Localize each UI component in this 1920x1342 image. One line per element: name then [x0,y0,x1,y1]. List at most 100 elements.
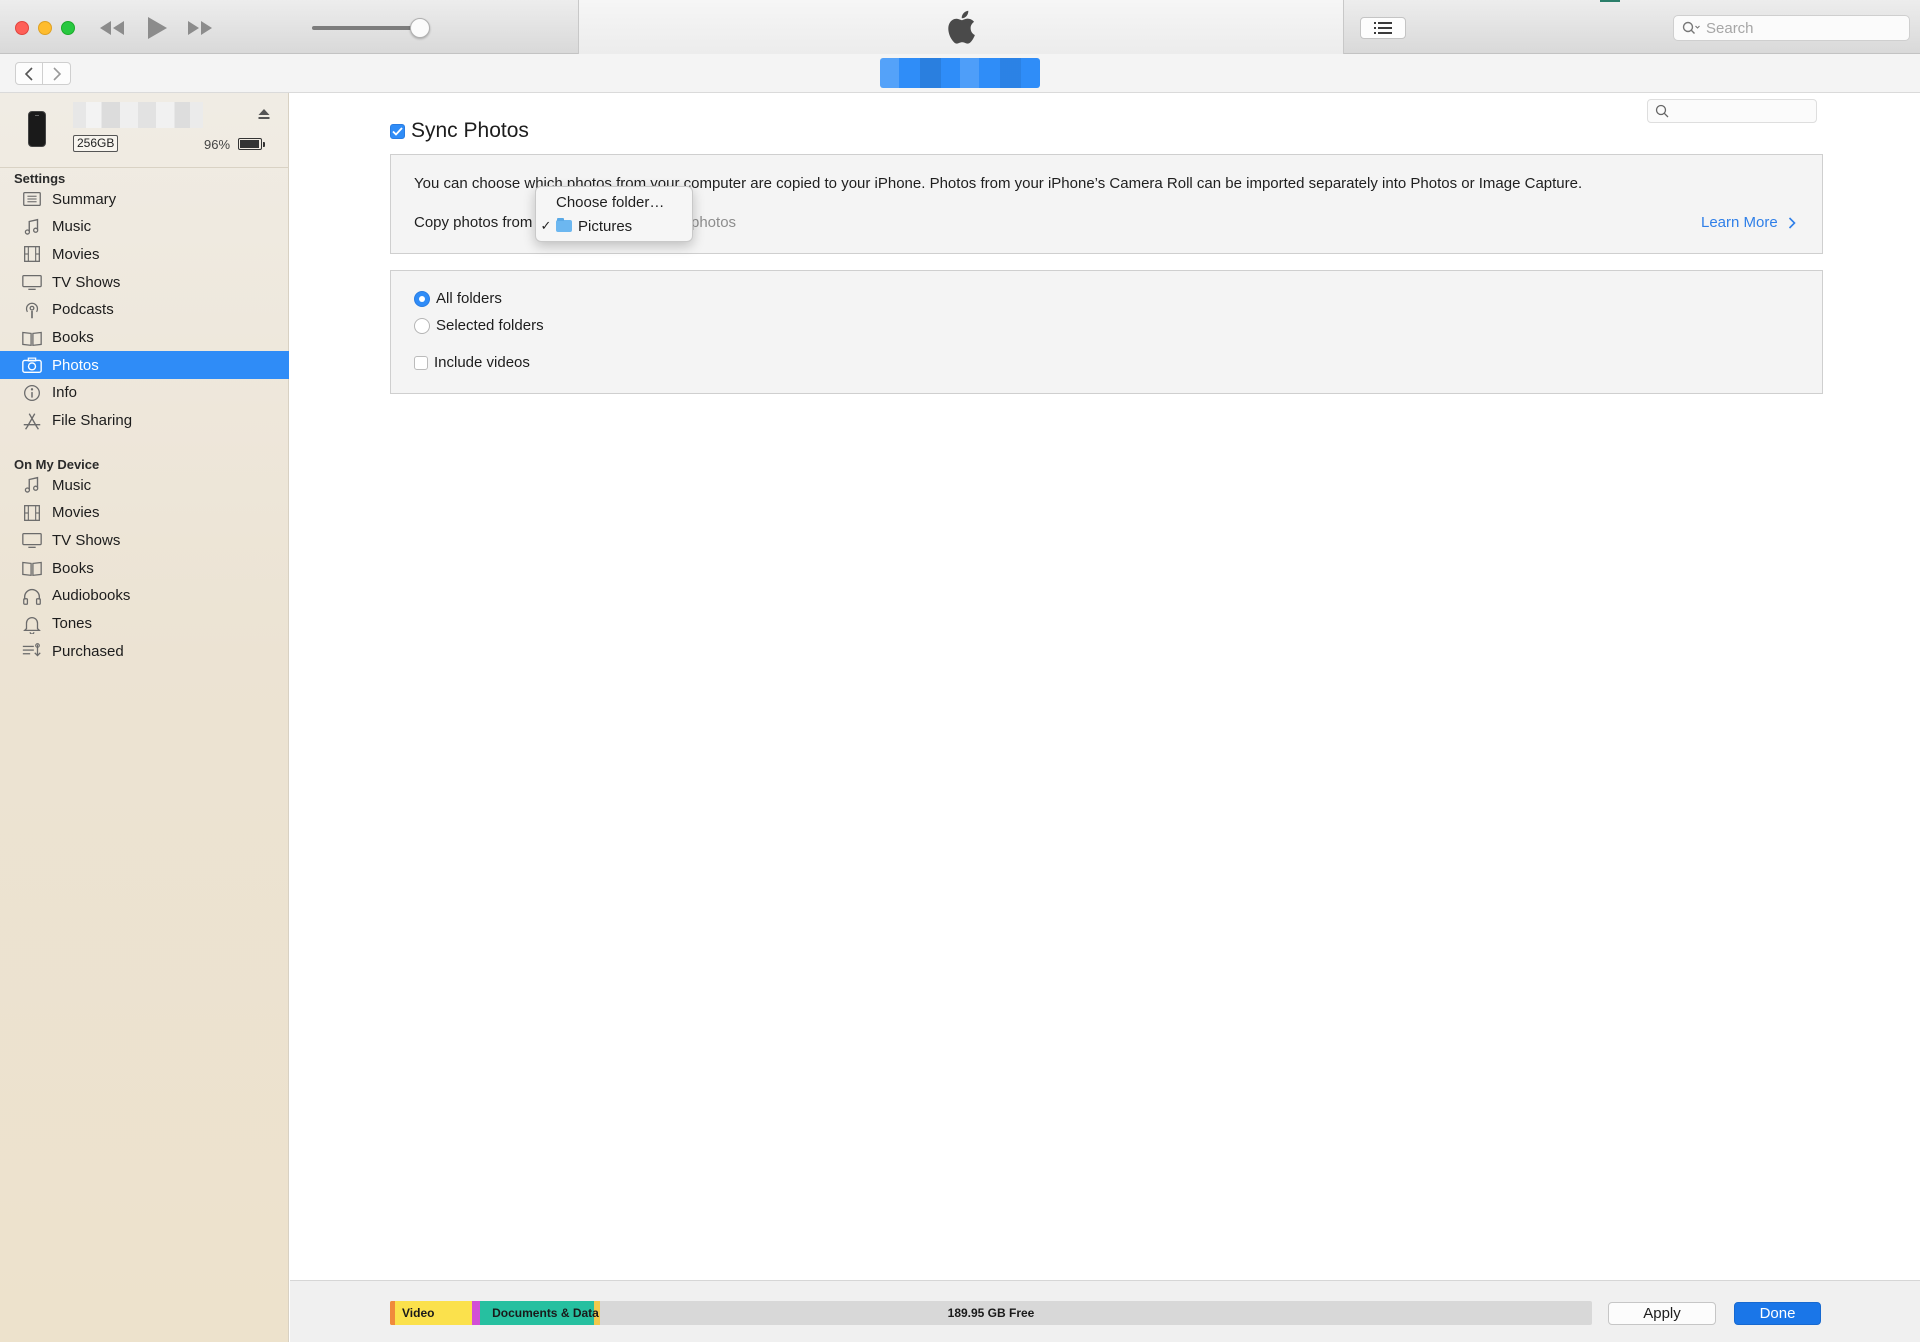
film-icon [20,244,44,264]
battery-level-fill [240,140,260,148]
sidebar-item-music[interactable]: Music [0,471,289,499]
include-videos-label: Include videos [434,354,530,371]
fast-forward-button[interactable] [186,14,214,42]
on-my-device-section-title: On My Device [14,457,100,472]
library-search-field[interactable] [1673,15,1910,41]
storage-segment-label: Documents & Data [492,1306,599,1320]
sidebar-item-photos[interactable]: Photos [0,351,289,380]
book-icon [20,328,44,348]
sidebar-item-label: Books [52,559,94,577]
device-button[interactable] [880,58,1040,88]
selected-checkmark: ✓ [540,218,552,233]
fast-forward-icon [188,21,212,35]
play-button[interactable] [143,14,171,42]
pictures-folder-label: Pictures [578,217,633,235]
sidebar-item-audiobooks[interactable]: Audiobooks [0,582,289,610]
forward-button[interactable] [43,62,71,85]
info-icon [20,383,44,403]
photos-settings-pane: Sync Photos You can choose which photos … [290,93,1920,1280]
app-store-icon [20,411,44,431]
sidebar-item-label: Photos [52,356,99,374]
apple-logo-icon [948,10,975,44]
iphone-icon [28,111,46,147]
sidebar-item-label: TV Shows [52,531,121,549]
sidebar-item-label: Music [52,218,92,236]
learn-more-label: Learn More [1701,214,1778,231]
folder-icon [556,218,572,232]
sidebar-item-books[interactable]: Books [0,554,289,582]
learn-more-link[interactable]: Learn More [1701,214,1796,231]
chevron-right-icon [1788,216,1796,229]
rewind-button[interactable] [98,14,126,42]
sidebar-item-tones[interactable]: Tones [0,610,289,638]
window-accent-line [1600,0,1620,2]
pictures-menu-item[interactable]: ✓ Pictures [536,215,692,237]
selected-folders-radio[interactable] [414,317,430,334]
volume-slider-knob[interactable] [410,18,430,38]
battery-percentage: 96% [204,137,231,152]
choose-folder-menu-item[interactable]: Choose folder… [536,191,692,213]
zoom-window-button[interactable] [61,21,75,35]
pane-search-input[interactable] [1674,103,1814,119]
sidebar-item-label: Purchased [52,642,124,660]
selected-folders-option[interactable]: Selected folders [414,317,544,334]
include-videos-checkbox[interactable] [414,355,428,370]
sidebar-item-label: TV Shows [52,273,121,291]
volume-slider[interactable] [312,26,420,30]
up-next-list-button[interactable] [1360,17,1406,39]
device-capacity-badge: 256GB [73,135,119,152]
chevron-right-icon [52,66,61,81]
library-search-input[interactable] [1706,19,1896,37]
sidebar-item-label: Tones [52,615,93,632]
settings-section-title: Settings [14,171,66,186]
copy-photos-hint: photos [691,214,737,231]
sidebar-item-music[interactable]: Music [0,213,289,241]
sidebar-item-label: Summary [52,190,117,208]
sidebar-item-movies[interactable]: Movies [0,240,289,268]
storage-segment-label: Video [402,1306,435,1320]
all-folders-option[interactable]: All folders [414,290,502,307]
sidebar-item-summary[interactable]: Summary [0,185,289,213]
sidebar-item-tv-shows[interactable]: TV Shows [0,268,289,296]
close-window-button[interactable] [15,21,29,35]
include-videos-option[interactable]: Include videos [414,354,530,371]
pane-search-field[interactable] [1647,99,1817,123]
copy-from-popup-menu: Choose folder… ✓ Pictures [535,186,693,242]
sidebar-item-label: Info [52,384,78,402]
podcast-icon [20,300,44,320]
sidebar-item-movies[interactable]: Movies [0,499,289,527]
all-folders-radio[interactable] [414,290,430,307]
summary-icon [20,189,44,209]
selected-folders-label: Selected folders [436,317,544,334]
back-button[interactable] [15,62,43,85]
minimize-window-button[interactable] [38,21,52,35]
sidebar-item-label: Movies [52,245,100,263]
eject-icon[interactable] [257,107,271,121]
done-button[interactable]: Done [1734,1302,1821,1325]
sidebar-item-label: Movies [52,504,100,522]
sidebar-item-tv-shows[interactable]: TV Shows [0,526,289,554]
sidebar-item-info[interactable]: Info [0,379,289,407]
device-header: 256GB 96% [0,93,289,167]
sidebar-item-books[interactable]: Books [0,324,289,352]
sync-photos-checkbox[interactable] [390,123,405,139]
sidebar-item-purchased[interactable]: Purchased [0,637,289,665]
purchased-icon [20,641,44,661]
sidebar-item-label: File Sharing [52,412,133,430]
search-icon [1682,21,1700,34]
sidebar-item-file-sharing[interactable]: File Sharing [0,407,289,435]
sidebar-item-label: Audiobooks [52,587,131,605]
sync-photos-row: Sync Photos [390,119,529,143]
all-folders-label: All folders [436,290,502,307]
music-note-icon [20,475,44,495]
choose-folder-label: Choose folder… [556,193,665,211]
sidebar-item-label: Podcasts [52,301,114,319]
title-bar [0,0,1920,54]
sidebar-item-podcasts[interactable]: Podcasts [0,296,289,324]
list-icon [1374,22,1392,34]
camera-icon [20,355,44,375]
play-icon [148,17,167,39]
headphones-icon [20,586,44,606]
bottom-bar: 189.95 GB Free Video Documents & Data App… [290,1280,1920,1342]
apply-button[interactable]: Apply [1608,1302,1716,1325]
